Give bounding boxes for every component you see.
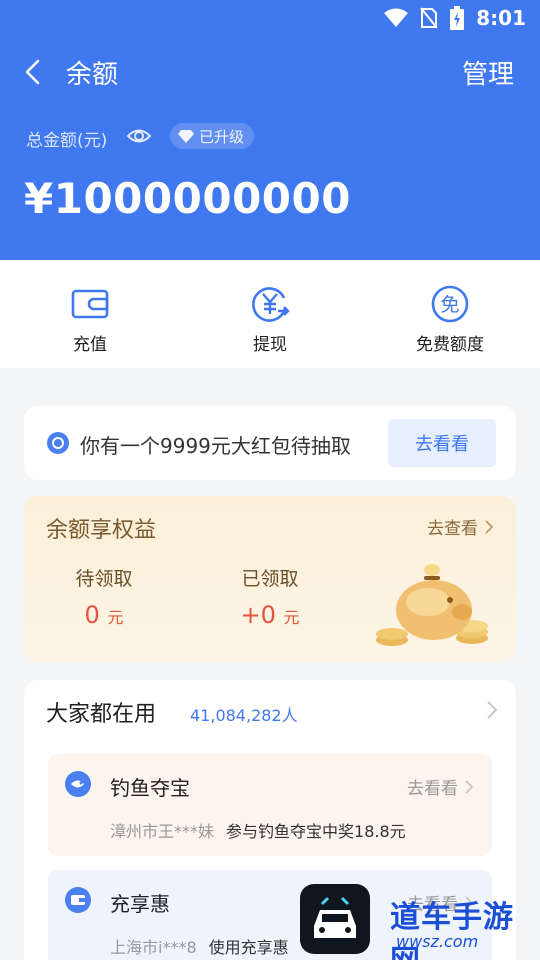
item-detail: 上海市i***8 使用充享惠 [110,934,289,958]
no-sim-icon [420,7,439,29]
withdraw-label: 提现 [253,335,287,355]
battery-charging-icon [450,6,465,30]
benefits-card: 余额享权益 去查看 待领取 0 元 已领取 +0 元 [24,496,516,662]
recharge-label: 充值 [73,335,107,355]
claimed-label: 已领取 [241,568,299,590]
diamond-icon [178,130,194,143]
popular-title: 大家都在用 [46,702,157,727]
wallet-icon [71,289,109,319]
item-user: 上海市i***8 [110,938,197,957]
item-name: 钓鱼夺宝 [110,776,190,800]
action-row: 充值 提现 免 免费额度 [0,260,540,368]
benefits-title: 余额享权益 [46,518,157,543]
red-packet-button[interactable]: 去看看 [388,419,496,467]
item-user: 漳州市王***妹 [110,822,215,841]
pending-unit: 元 [107,608,124,627]
car-logo-icon [314,896,356,938]
eye-icon[interactable] [126,124,152,148]
pending-label: 待领取 [75,568,133,590]
item-link-label: 去看看 [407,779,458,799]
back-icon[interactable] [18,56,50,88]
item-detail-text: 使用充享惠 [208,938,289,957]
watermark: 道车手游网 wwsz.com [300,884,540,960]
watermark-logo [300,884,370,954]
benefits-link-label: 去查看 [427,519,478,539]
status-icons: 8:01 [384,6,526,30]
claimed-stat[interactable]: 已领取 +0 元 [210,564,330,629]
red-packet-icon [47,432,69,454]
claimed-value: +0 [240,601,276,629]
popular-item-fishing[interactable]: 钓鱼夺宝 去看看 漳州市王***妹 参与钓鱼夺宝中奖18.8元 [48,754,492,856]
benefits-link[interactable]: 去查看 [427,514,494,539]
wifi-icon [384,8,409,27]
red-packet-text: 你有一个9999元大红包待抽取 [80,434,351,458]
chevron-right-icon[interactable] [486,700,498,720]
item-detail: 漳州市王***妹 参与钓鱼夺宝中奖18.8元 [110,818,406,842]
upgrade-badge-label: 已升级 [199,127,245,146]
card-icon [65,887,91,913]
withdraw-button[interactable]: 提现 [180,260,360,368]
upgrade-badge[interactable]: 已升级 [170,123,255,149]
yuan-withdraw-icon [252,287,290,322]
popular-count: 41,084,282人 [190,706,298,725]
svg-text:免: 免 [440,294,459,316]
free-quota-icon: 免 [431,285,469,323]
item-link[interactable]: 去看看 [407,774,474,799]
total-amount-label: 总金额(元) [26,131,108,151]
balance-amount: ¥1000000000 [24,174,351,223]
free-quota-button[interactable]: 免 免费额度 [360,260,540,368]
claimed-unit: 元 [283,608,300,627]
pending-value: 0 [84,601,100,629]
chevron-right-icon [465,779,474,794]
item-detail-text: 参与钓鱼夺宝中奖18.8元 [226,822,406,841]
pending-stat[interactable]: 待领取 0 元 [44,564,164,629]
page-title: 余额 [66,60,119,90]
status-time: 8:01 [476,6,526,30]
fishing-icon [65,771,91,797]
watermark-url: wwsz.com [396,932,479,951]
status-bar: 8:01 [0,0,540,36]
item-name: 充享惠 [110,892,170,916]
manage-button[interactable]: 管理 [462,54,514,91]
recharge-button[interactable]: 充值 [0,260,180,368]
free-quota-label: 免费额度 [416,335,484,355]
chevron-right-icon [485,519,494,534]
red-packet-card: 你有一个9999元大红包待抽取 去看看 [24,406,516,480]
piggy-bank-icon [376,564,488,646]
balance-header: 余额 管理 总金额(元) 已升级 ¥1000000000 [0,36,540,260]
